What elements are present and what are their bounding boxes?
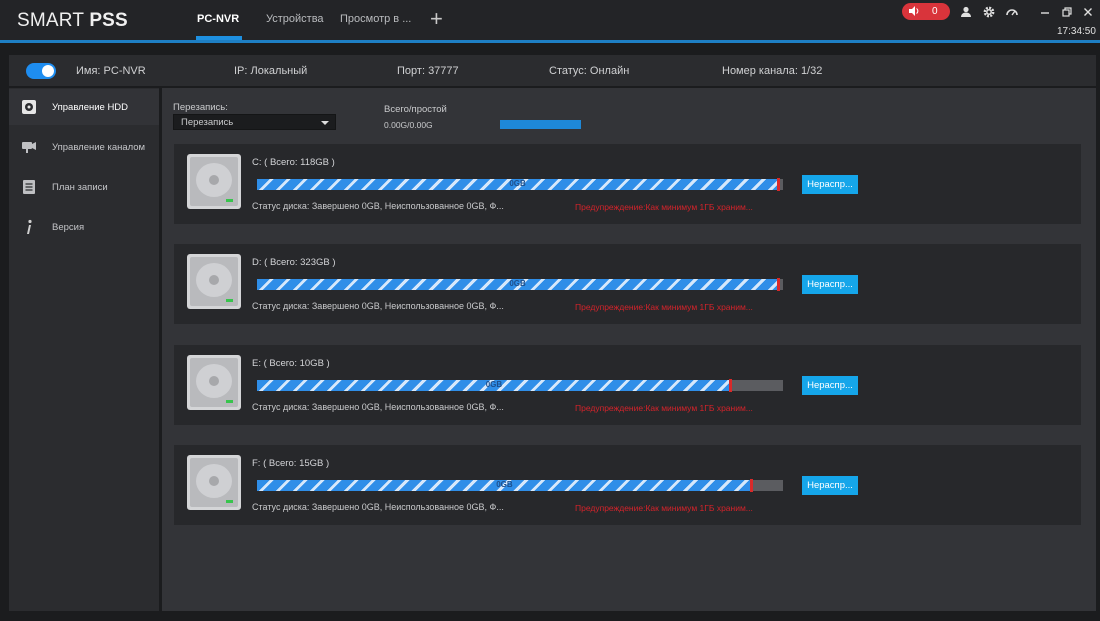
disk-warning: Предупреждение:Как минимум 1ГБ храним... — [575, 302, 753, 312]
disk-usage-marker — [729, 379, 733, 392]
disk-usage-bar: 0GB — [257, 278, 783, 291]
overwrite-select-value: Перезапись — [181, 117, 234, 128]
disk-card: C: ( Всего: 118GB ) 0GB Статус диска: За… — [174, 144, 1081, 224]
settings-gear-icon[interactable] — [982, 5, 996, 19]
disk-card: D: ( Всего: 323GB ) 0GB Статус диска: За… — [174, 244, 1081, 324]
status-value: Онлайн — [589, 65, 630, 77]
tab-live-view[interactable]: Просмотр в ... — [340, 13, 411, 25]
overwrite-select[interactable]: Перезапись — [173, 114, 336, 130]
close-icon[interactable] — [1081, 5, 1095, 19]
device-status: Статус: Онлайн — [549, 65, 629, 77]
channel-number: Номер канала: 1/32 — [722, 65, 822, 77]
alarm-button[interactable]: 0 — [902, 3, 950, 20]
sidebar-item-version[interactable]: Версия — [9, 209, 159, 245]
disk-usage-bar: 0GB — [257, 379, 783, 392]
status-label: Статус: — [549, 65, 587, 77]
device-ip: IP: Локальный — [234, 65, 307, 77]
port-label: Порт: — [397, 65, 425, 77]
hard-drive-icon — [187, 455, 241, 510]
user-icon[interactable] — [959, 5, 973, 19]
total-capacity-bar — [500, 120, 581, 129]
performance-gauge-icon[interactable] — [1005, 5, 1019, 19]
sidebar-item-channel-management[interactable]: Управление каналом — [9, 129, 159, 165]
sidebar-item-label: Управление каналом — [52, 142, 146, 153]
brand-smart-text: SMART — [17, 10, 84, 31]
disk-title: F: ( Всего: 15GB ) — [252, 458, 330, 469]
alarm-count: 0 — [932, 6, 938, 17]
disk-usage-text: 0GB — [485, 380, 503, 389]
hdd-icon — [22, 100, 36, 114]
total-free-value: 0.00G/0.00G — [384, 120, 433, 130]
disk-usage-bar: 0GB — [257, 479, 783, 492]
chevron-down-icon — [321, 121, 329, 125]
disk-status: Статус диска: Завершено 0GB, Неиспользов… — [252, 201, 504, 211]
name-label: Имя: — [76, 65, 101, 77]
channel-value: 1/32 — [800, 65, 823, 77]
sidebar-item-label: Управление HDD — [52, 102, 129, 113]
restore-window-icon[interactable] — [1060, 5, 1074, 19]
disk-usage-text: 0GB — [509, 179, 526, 188]
device-name: Имя: PC-NVR — [76, 65, 146, 77]
tab-pc-nvr[interactable]: PC-NVR — [197, 13, 239, 25]
device-enable-toggle[interactable] — [26, 63, 56, 79]
info-icon — [27, 219, 32, 234]
disk-usage-text: 0GB — [509, 279, 526, 288]
disk-warning: Предупреждение:Как минимум 1ГБ храним... — [575, 503, 753, 513]
disk-usage-marker — [776, 178, 780, 191]
sidebar-item-recording-schedule[interactable]: План записи — [9, 169, 159, 205]
disk-usage-bar: 0GB — [257, 178, 783, 191]
active-tab-indicator — [196, 36, 242, 40]
sidebar — [9, 88, 159, 611]
disk-title: C: ( Всего: 118GB ) — [252, 157, 335, 168]
sidebar-item-label: Версия — [52, 222, 85, 233]
title-bar-accent-line — [0, 40, 1100, 43]
disk-status: Статус диска: Завершено 0GB, Неиспользов… — [252, 402, 504, 412]
total-free-label: Всего/простой — [384, 104, 447, 115]
sidebar-item-hdd-management[interactable]: Управление HDD — [9, 89, 159, 125]
unallocate-button[interactable]: Нераспр... — [802, 476, 858, 495]
name-value: PC-NVR — [103, 65, 146, 77]
channel-label: Номер канала: — [722, 65, 798, 77]
disk-usage-marker — [776, 278, 780, 291]
clock: 17:34:50 — [1057, 26, 1096, 37]
disk-status: Статус диска: Завершено 0GB, Неиспользов… — [252, 301, 504, 311]
disk-card: E: ( Всего: 10GB ) 0GB Статус диска: Зав… — [174, 345, 1081, 425]
speaker-icon — [909, 6, 919, 16]
unallocate-button[interactable]: Нераспр... — [802, 275, 858, 294]
ip-value: Локальный — [250, 65, 308, 77]
disk-title: D: ( Всего: 323GB ) — [252, 257, 336, 268]
brand-pss-text: PSS — [89, 10, 128, 31]
disk-warning: Предупреждение:Как минимум 1ГБ храним... — [575, 403, 753, 413]
hard-drive-icon — [187, 355, 241, 410]
disk-warning: Предупреждение:Как минимум 1ГБ храним... — [575, 202, 753, 212]
add-tab-button[interactable]: + — [430, 8, 443, 30]
unallocate-button[interactable]: Нераспр... — [802, 175, 858, 194]
overwrite-label: Перезапись: — [173, 102, 228, 113]
sidebar-item-label: План записи — [52, 182, 108, 193]
hard-drive-icon — [187, 154, 241, 209]
disk-status: Статус диска: Завершено 0GB, Неиспользов… — [252, 502, 504, 512]
disk-usage-text: 0GB — [496, 480, 513, 489]
camera-icon — [22, 142, 36, 153]
port-value: 37777 — [428, 65, 459, 77]
disk-card: F: ( Всего: 15GB ) 0GB Статус диска: Зав… — [174, 445, 1081, 525]
disk-title: E: ( Всего: 10GB ) — [252, 358, 330, 369]
tab-devices[interactable]: Устройства — [266, 13, 324, 25]
minimize-icon[interactable] — [1038, 5, 1052, 19]
app-logo: SMART PSS — [17, 10, 128, 32]
ip-label: IP: — [234, 65, 248, 77]
device-port: Порт: 37777 — [397, 65, 459, 77]
disk-usage-marker — [750, 479, 754, 492]
schedule-icon — [23, 180, 35, 194]
hard-drive-icon — [187, 254, 241, 309]
unallocate-button[interactable]: Нераспр... — [802, 376, 858, 395]
